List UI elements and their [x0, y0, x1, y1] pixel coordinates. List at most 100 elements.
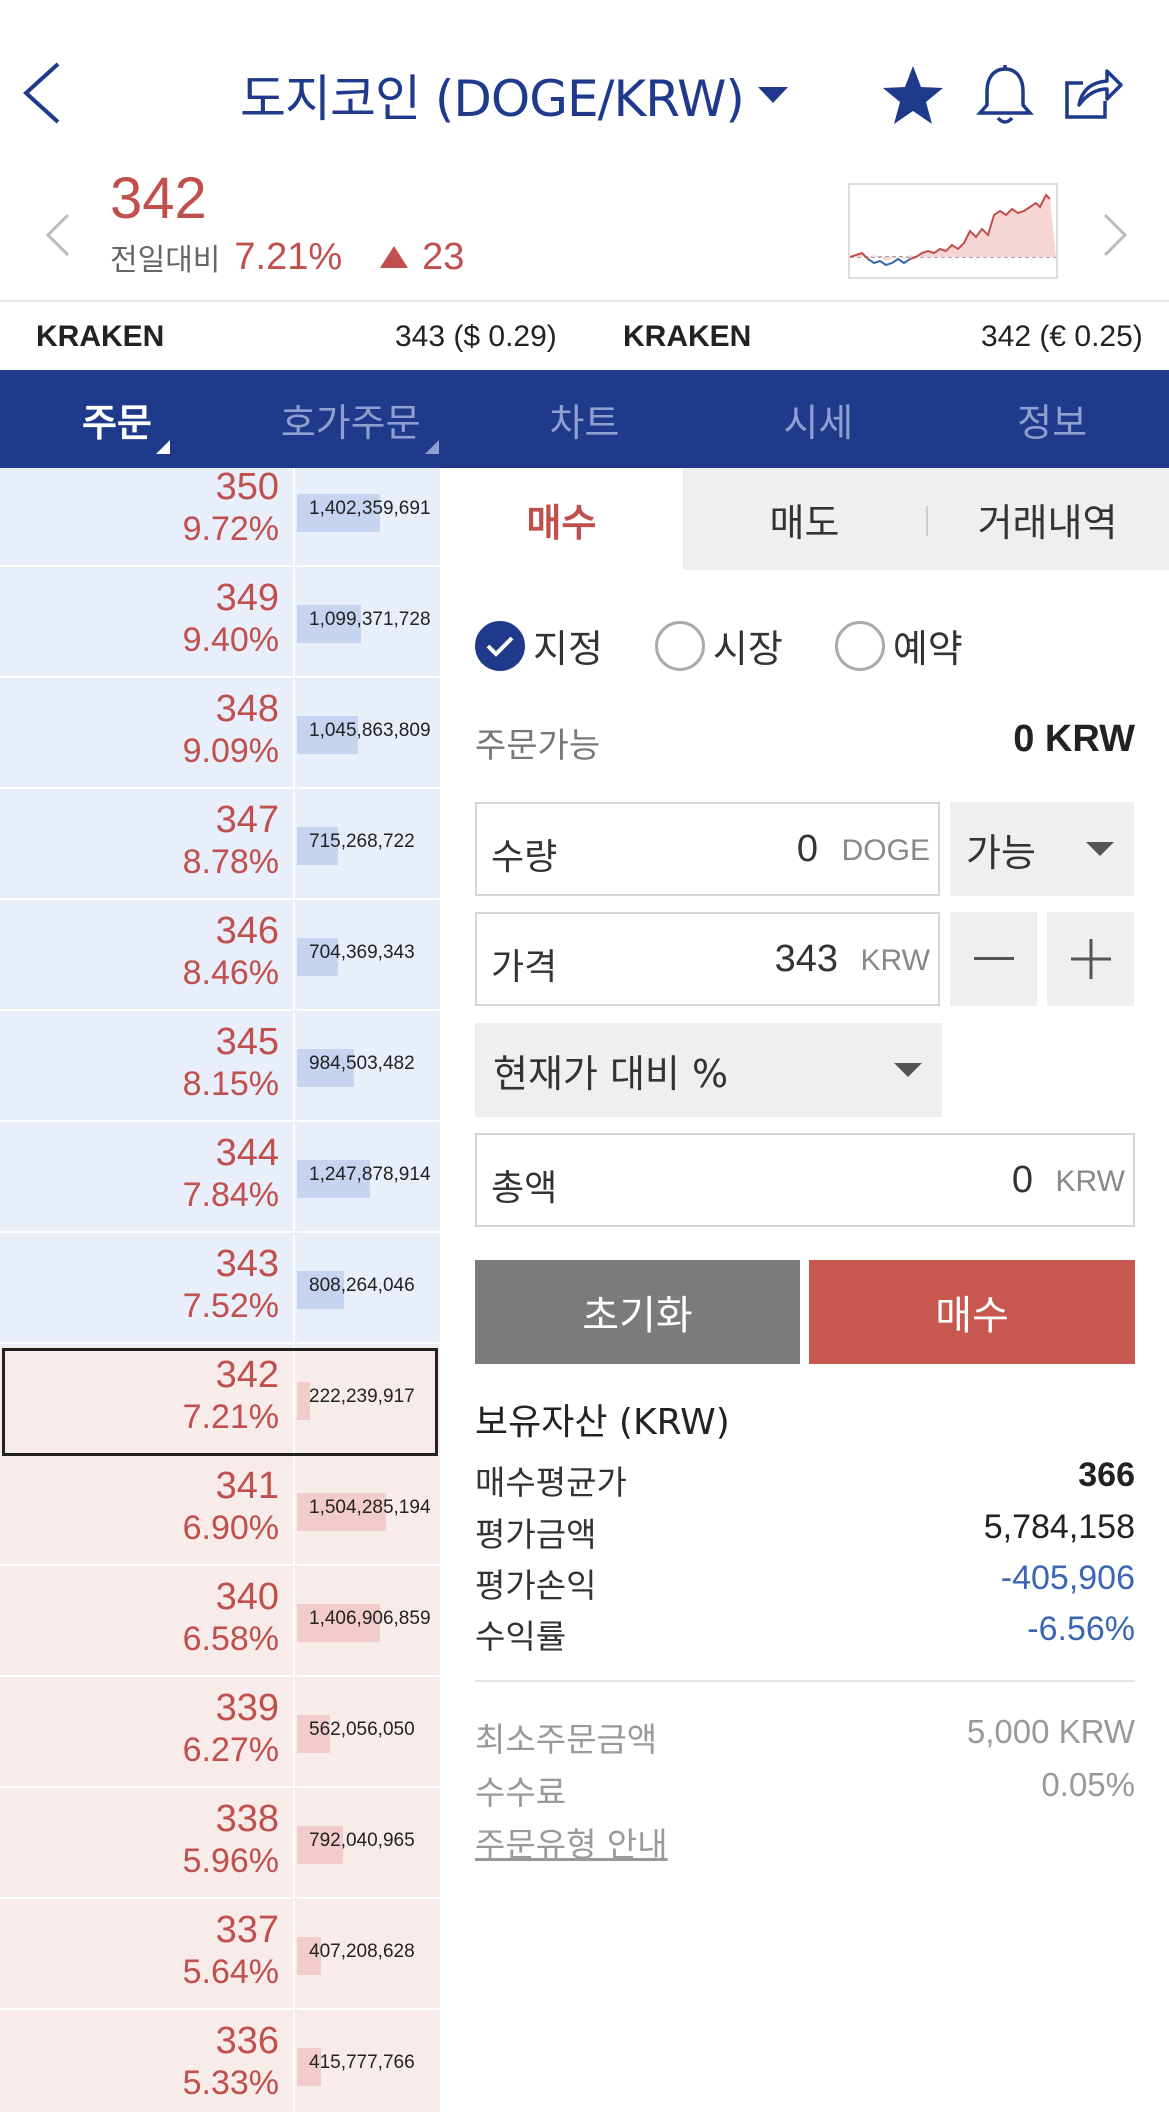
holdings-title: 보유자산 (KRW) [475, 1402, 730, 1443]
divider [475, 1680, 1135, 1682]
orderbook-row[interactable]: 348 9.09% 1,045,863,809 [0, 680, 440, 791]
orderbook-percent: 6.90% [182, 1509, 279, 1547]
quantity-value: 0 [796, 828, 818, 870]
orderbook-percent: 5.33% [182, 2064, 279, 2102]
dropdown-label: 가능 [966, 830, 1036, 875]
back-icon[interactable] [18, 58, 68, 128]
info-row: 수수료 0.05% [475, 1766, 1135, 1816]
orderbook-row[interactable]: 349 9.40% 1,099,371,728 [0, 569, 440, 680]
orderbook-row[interactable]: 343 7.52% 808,264,046 [0, 1235, 440, 1346]
reset-button[interactable]: 초기화 [475, 1260, 800, 1364]
main-tabs: 주문 호가주문 차트 시세 정보 [0, 370, 1169, 468]
orderbook-price: 338 [215, 1798, 279, 1840]
volume-cell: 1,045,863,809 [297, 680, 440, 789]
orderbook-row[interactable]: 346 8.46% 704,369,343 [0, 902, 440, 1013]
orderbook-row[interactable]: 347 8.78% 715,268,722 [0, 791, 440, 902]
price-cell: 344 7.84% [0, 1124, 295, 1233]
info-row: 최소주문금액 5,000 KRW [475, 1713, 1135, 1763]
radio-limit[interactable]: 지정 [475, 618, 603, 673]
volume-cell: 1,504,285,194 [297, 1457, 440, 1566]
radio-circle-icon [834, 620, 885, 671]
total-label: 총액 [491, 1168, 558, 1209]
price-cell: 340 6.58% [0, 1568, 295, 1677]
tab-label: 호가주문 [280, 400, 421, 445]
price-increase-button[interactable] [1047, 912, 1134, 1006]
orderbook-volume: 704,369,343 [309, 942, 415, 963]
radio-label: 지정 [533, 627, 603, 671]
orderbook-percent: 7.84% [182, 1176, 279, 1214]
orderbook-percent: 9.09% [182, 732, 279, 770]
bell-icon[interactable] [970, 60, 1040, 130]
tab-label: 시세 [783, 400, 854, 445]
price-cell: 341 6.90% [0, 1457, 295, 1566]
orderbook-row[interactable]: 340 6.58% 1,406,906,859 [0, 1568, 440, 1679]
info-label: 수수료 [475, 1773, 567, 1812]
holding-label: 평가금액 [475, 1515, 597, 1554]
orderbook-percent: 6.58% [182, 1620, 279, 1658]
mini-chart[interactable] [848, 183, 1058, 279]
price-decrease-button[interactable] [950, 912, 1037, 1006]
total-field[interactable]: 총액 0 KRW [475, 1133, 1135, 1227]
tab-sell[interactable]: 매도 [683, 468, 926, 570]
exchange-name: KRAKEN [36, 320, 165, 353]
quantity-field[interactable]: 수량 0 DOGE [475, 802, 940, 896]
prev-coin-icon[interactable] [38, 205, 78, 265]
orderbook-price: 343 [215, 1243, 279, 1285]
orderbook-volume: 808,264,046 [309, 1275, 415, 1296]
orderbook-row[interactable]: 350 9.72% 1,402,359,691 [0, 468, 440, 569]
holding-row: 평가손익 -405,906 [475, 1559, 1135, 1609]
radio-market[interactable]: 시장 [654, 618, 783, 673]
orderbook-percent: 7.52% [182, 1287, 279, 1325]
total-unit: KRW [1055, 1165, 1125, 1198]
radio-reserve[interactable]: 예약 [834, 618, 963, 673]
order-type-guide-link[interactable]: 주문유형 안내 [475, 1818, 668, 1866]
holding-row: 수익률 -6.56% [475, 1610, 1135, 1660]
volume-cell: 984,503,482 [297, 1013, 440, 1122]
exchange-prices: KRAKEN 343 ($ 0.29) KRAKEN 342 (€ 0.25) [0, 302, 1169, 370]
price-field[interactable]: 가격 343 KRW [475, 912, 940, 1006]
orderbook-row[interactable]: 345 8.15% 984,503,482 [0, 1013, 440, 1124]
volume-cell: 1,247,878,914 [297, 1124, 440, 1233]
tab-chart[interactable]: 차트 [468, 370, 702, 468]
holding-value: -405,906 [1000, 1559, 1135, 1597]
tab-order[interactable]: 주문 [0, 370, 234, 468]
exchange-price: 343 ($ 0.29) [395, 320, 557, 353]
check-icon [475, 620, 525, 671]
tab-history[interactable]: 거래내역 [926, 468, 1169, 570]
next-coin-icon[interactable] [1095, 205, 1135, 265]
orderbook-row[interactable]: 341 6.90% 1,504,285,194 [0, 1457, 440, 1568]
share-icon[interactable] [1058, 60, 1128, 130]
orderbook-row[interactable]: 336 5.33% 415,777,766 [0, 2012, 440, 2112]
orderbook-percent: 5.96% [182, 1842, 279, 1880]
order-type-group: 지정 시장 예약 [475, 618, 1015, 673]
tab-market[interactable]: 시세 [701, 370, 935, 468]
coin-selector[interactable]: 도지코인 (DOGE/KRW) [240, 60, 788, 130]
orderbook-percent: 5.64% [182, 1953, 279, 1991]
tab-info[interactable]: 정보 [935, 370, 1169, 468]
quantity-unit: DOGE [841, 834, 930, 867]
price-summary: 342 전일대비 7.21% 23 [0, 165, 1169, 302]
order-panel: 매수 매도 거래내역 지정 시장 예약 주문가능 0 KRW 수량 0 DOGE… [440, 468, 1169, 2112]
volume-cell: 415,777,766 [297, 2012, 440, 2112]
orderbook-price: 341 [215, 1465, 279, 1507]
price-cell: 336 5.33% [0, 2012, 295, 2112]
orderbook-row[interactable]: 339 6.27% 562,056,050 [0, 1679, 440, 1790]
tab-buy[interactable]: 매수 [440, 468, 683, 570]
up-triangle-icon [380, 246, 409, 268]
price-cell: 348 9.09% [0, 680, 295, 789]
orderbook-row[interactable]: 344 7.84% 1,247,878,914 [0, 1124, 440, 1235]
buy-button[interactable]: 매수 [809, 1260, 1135, 1364]
page-title: 도지코인 (DOGE/KRW) [240, 70, 745, 128]
orderbook-price: 339 [215, 1687, 279, 1729]
orderbook-percent: 8.15% [182, 1065, 279, 1103]
quantity-dropdown[interactable]: 가능 [950, 802, 1134, 896]
tab-quote-order[interactable]: 호가주문 [234, 370, 468, 468]
caret-down-icon [757, 87, 788, 103]
orderbook-row[interactable]: 337 5.64% 407,208,628 [0, 1901, 440, 2012]
available-value: 0 KRW [1013, 718, 1135, 760]
orderbook-volume: 1,504,285,194 [309, 1497, 431, 1518]
percent-select[interactable]: 현재가 대비 % [475, 1023, 942, 1117]
tab-label: 차트 [549, 400, 620, 445]
star-icon[interactable] [878, 60, 948, 130]
orderbook-row[interactable]: 338 5.96% 792,040,965 [0, 1790, 440, 1901]
